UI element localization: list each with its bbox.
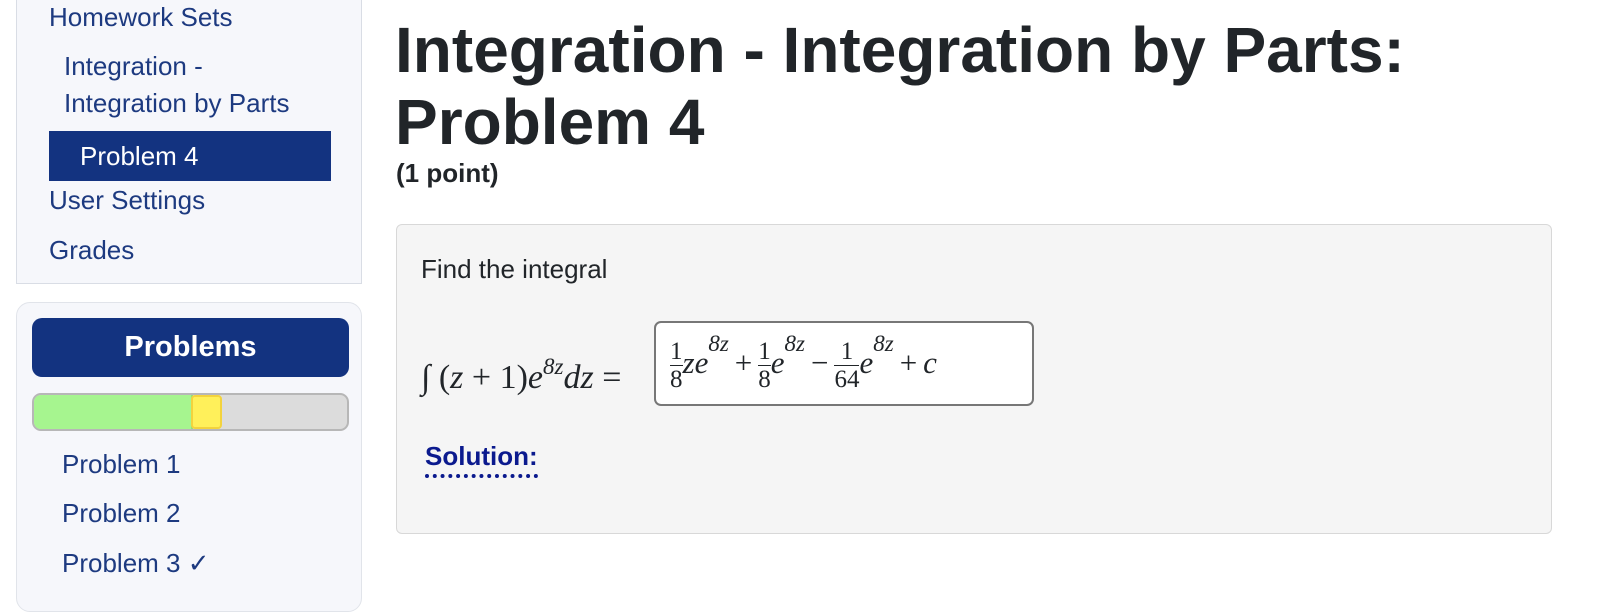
integral-expression: ∫ (z + 1)e8zdz = xyxy=(421,337,621,408)
fraction-1-den: 8 xyxy=(670,364,683,393)
solution-toggle[interactable]: Solution: xyxy=(425,439,538,478)
page-title: Integration - Integration by Parts: Prob… xyxy=(395,14,1405,158)
nav-homework-sets[interactable]: Homework Sets xyxy=(49,0,233,36)
problem-points: (1 point) xyxy=(396,158,499,188)
problem-link-2[interactable]: Problem 2 xyxy=(62,494,181,532)
problem-link-3[interactable]: Problem 3 ✓ xyxy=(62,544,210,582)
problems-panel: Problems Problem 1 Problem 2 Problem 3 ✓ xyxy=(16,302,362,612)
op-plus-2: + xyxy=(899,345,918,380)
fraction-1-num: 1 xyxy=(670,337,683,365)
open-paren: ( xyxy=(438,359,451,396)
constant-term: c xyxy=(923,345,937,380)
fraction-3-den: 64 xyxy=(834,364,860,393)
fraction-2-den: 8 xyxy=(758,364,771,393)
fraction-3-num: 1 xyxy=(840,337,854,365)
op-plus-1: + xyxy=(734,345,753,380)
fraction-1: 18 xyxy=(670,337,683,393)
nav-user-settings[interactable]: User Settings xyxy=(49,181,205,219)
exp-2: 8z xyxy=(784,331,805,356)
nav-active-problem[interactable]: Problem 4 xyxy=(49,131,331,181)
euler-e: e xyxy=(527,359,543,396)
op-minus: − xyxy=(810,345,829,380)
exp-3: 8z xyxy=(873,331,894,356)
differential: dz xyxy=(563,359,594,396)
fraction-3: 1 64 xyxy=(834,337,860,393)
sidebar-nav: Homework Sets Integration - Integration … xyxy=(16,0,362,284)
close-paren: ) xyxy=(516,359,528,396)
problem-link-1[interactable]: Problem 1 xyxy=(62,445,181,483)
answer-expression: 1 8 ze8z+ 1 8 e8z− 1 64 e8z+ c xyxy=(670,331,937,393)
progress-bar xyxy=(32,393,349,431)
fraction-2-num: 1 xyxy=(758,337,771,365)
term-3: e xyxy=(859,345,874,380)
const-one: 1 xyxy=(499,359,517,396)
term-1: ze xyxy=(682,345,709,380)
problem-body: Find the integral ∫ (z + 1)e8zdz = 1 8 ze8… xyxy=(396,224,1552,534)
term-2: e xyxy=(770,345,785,380)
problem-prompt: Find the integral xyxy=(421,254,608,284)
nav-set-name-line1[interactable]: Integration - xyxy=(64,47,203,85)
equals-sign: = xyxy=(602,359,622,396)
exp-1: 8z xyxy=(708,331,729,356)
nav-grades[interactable]: Grades xyxy=(49,231,134,269)
nav-set-name-line2[interactable]: Integration by Parts xyxy=(64,84,289,122)
plus-sign: + xyxy=(471,359,492,396)
integral-sign: ∫ xyxy=(421,359,431,396)
progress-partial-segment xyxy=(190,395,222,429)
problems-header: Problems xyxy=(32,318,349,377)
var-z: z xyxy=(450,359,464,396)
fraction-2: 18 xyxy=(758,337,771,393)
progress-correct-segment xyxy=(34,395,193,429)
exponent: 8z xyxy=(543,354,564,379)
answer-input[interactable]: 1 8 ze8z+ 1 8 e8z− 1 64 e8z+ c xyxy=(654,321,1034,406)
